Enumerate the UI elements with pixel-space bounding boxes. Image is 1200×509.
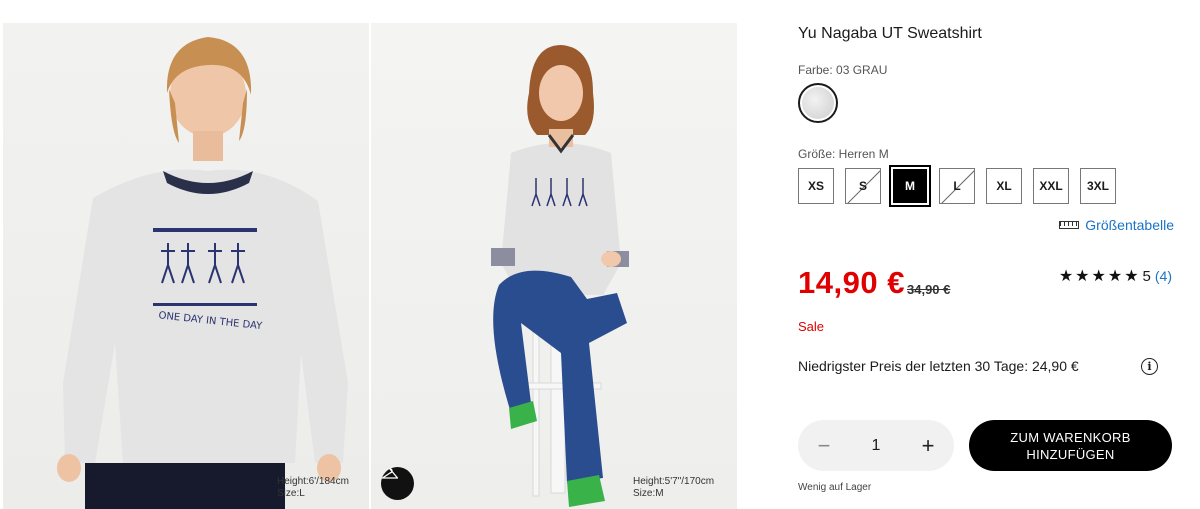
model-illustration-2 bbox=[491, 45, 629, 507]
quantity-stepper: − 1 + bbox=[798, 420, 954, 471]
model-size: Size:M bbox=[633, 488, 664, 499]
add-to-cart-label-line1: ZUM WARENKORB bbox=[1010, 429, 1131, 445]
size-option-xs[interactable]: XS bbox=[798, 168, 834, 204]
model-illustration-1: ONE DAY IN THE DAY bbox=[57, 37, 348, 509]
product-photo-seated[interactable]: Height:5'7"/170cm Size:M bbox=[371, 23, 737, 509]
size-option-label: XXL bbox=[1039, 179, 1063, 193]
color-swatch-grau[interactable] bbox=[798, 83, 838, 123]
color-label: Farbe: 03 GRAU bbox=[798, 63, 888, 77]
size-option-l[interactable]: L bbox=[939, 168, 975, 204]
size-option-label: S bbox=[858, 179, 867, 193]
size-option-label: 3XL bbox=[1086, 179, 1109, 193]
sale-price: 14,90 € bbox=[798, 265, 905, 300]
model-height: Height:6'/184cm bbox=[277, 476, 349, 487]
product-title: Yu Nagaba UT Sweatshirt bbox=[798, 25, 982, 42]
size-option-label: XL bbox=[996, 179, 1012, 193]
size-option-label: M bbox=[905, 179, 915, 193]
stock-status: Wenig auf Lager bbox=[798, 482, 872, 493]
hanger-icon bbox=[381, 468, 399, 479]
increase-quantity-button[interactable]: + bbox=[918, 433, 938, 459]
lowest-price-note: Niedrigster Preis der letzten 30 Tage: 2… bbox=[798, 358, 1079, 374]
size-chart-label: Größentabelle bbox=[1085, 217, 1174, 233]
quantity-value: 1 bbox=[871, 436, 881, 454]
review-count-link[interactable]: (4) bbox=[1155, 268, 1172, 284]
size-option-label: XS bbox=[807, 179, 824, 193]
add-to-cart-button[interactable]: ZUM WARENKORB HINZUFÜGEN bbox=[969, 420, 1172, 471]
model-height: Height:5'7"/170cm bbox=[633, 476, 715, 487]
rating: ★★★★★ 5 (4) bbox=[1059, 266, 1172, 286]
product-info-panel: Yu Nagaba UT Sweatshirt Farbe: 03 GRAU G… bbox=[798, 0, 1178, 509]
product-gallery: ONE DAY IN THE DAY Height:6'/184cm Size:… bbox=[3, 23, 737, 509]
size-selector: XS S M L XL XXL 3XL bbox=[798, 165, 1127, 207]
add-to-cart-label-line2: HINZUFÜGEN bbox=[1026, 446, 1115, 462]
size-label: Größe: Herren M bbox=[798, 147, 889, 161]
sale-label: Sale bbox=[798, 319, 825, 334]
size-option-m[interactable]: M bbox=[889, 165, 931, 207]
try-on-button[interactable] bbox=[381, 467, 414, 500]
size-option-s[interactable]: S bbox=[845, 168, 881, 204]
decrease-quantity-button[interactable]: − bbox=[814, 433, 834, 459]
star-icons: ★★★★★ bbox=[1058, 268, 1141, 285]
product-photo-front[interactable]: ONE DAY IN THE DAY Height:6'/184cm Size:… bbox=[3, 23, 369, 509]
size-option-xxl[interactable]: XXL bbox=[1033, 168, 1069, 204]
original-price: 34,90 € bbox=[907, 282, 951, 297]
size-option-label: L bbox=[953, 179, 961, 193]
model-size: Size:L bbox=[277, 488, 305, 499]
size-chart-link[interactable]: Größentabelle bbox=[1059, 217, 1174, 233]
model-caption-seated: Height:5'7"/170cm Size:M bbox=[633, 476, 714, 500]
size-option-xl[interactable]: XL bbox=[986, 168, 1022, 204]
size-option-3xl[interactable]: 3XL bbox=[1080, 168, 1116, 204]
info-icon[interactable]: i bbox=[1141, 358, 1158, 375]
model-caption-front: Height:6'/184cm Size:L bbox=[277, 476, 349, 500]
rating-value: 5 bbox=[1142, 267, 1151, 285]
swatch-fill bbox=[802, 87, 834, 119]
ruler-icon bbox=[1059, 221, 1080, 229]
